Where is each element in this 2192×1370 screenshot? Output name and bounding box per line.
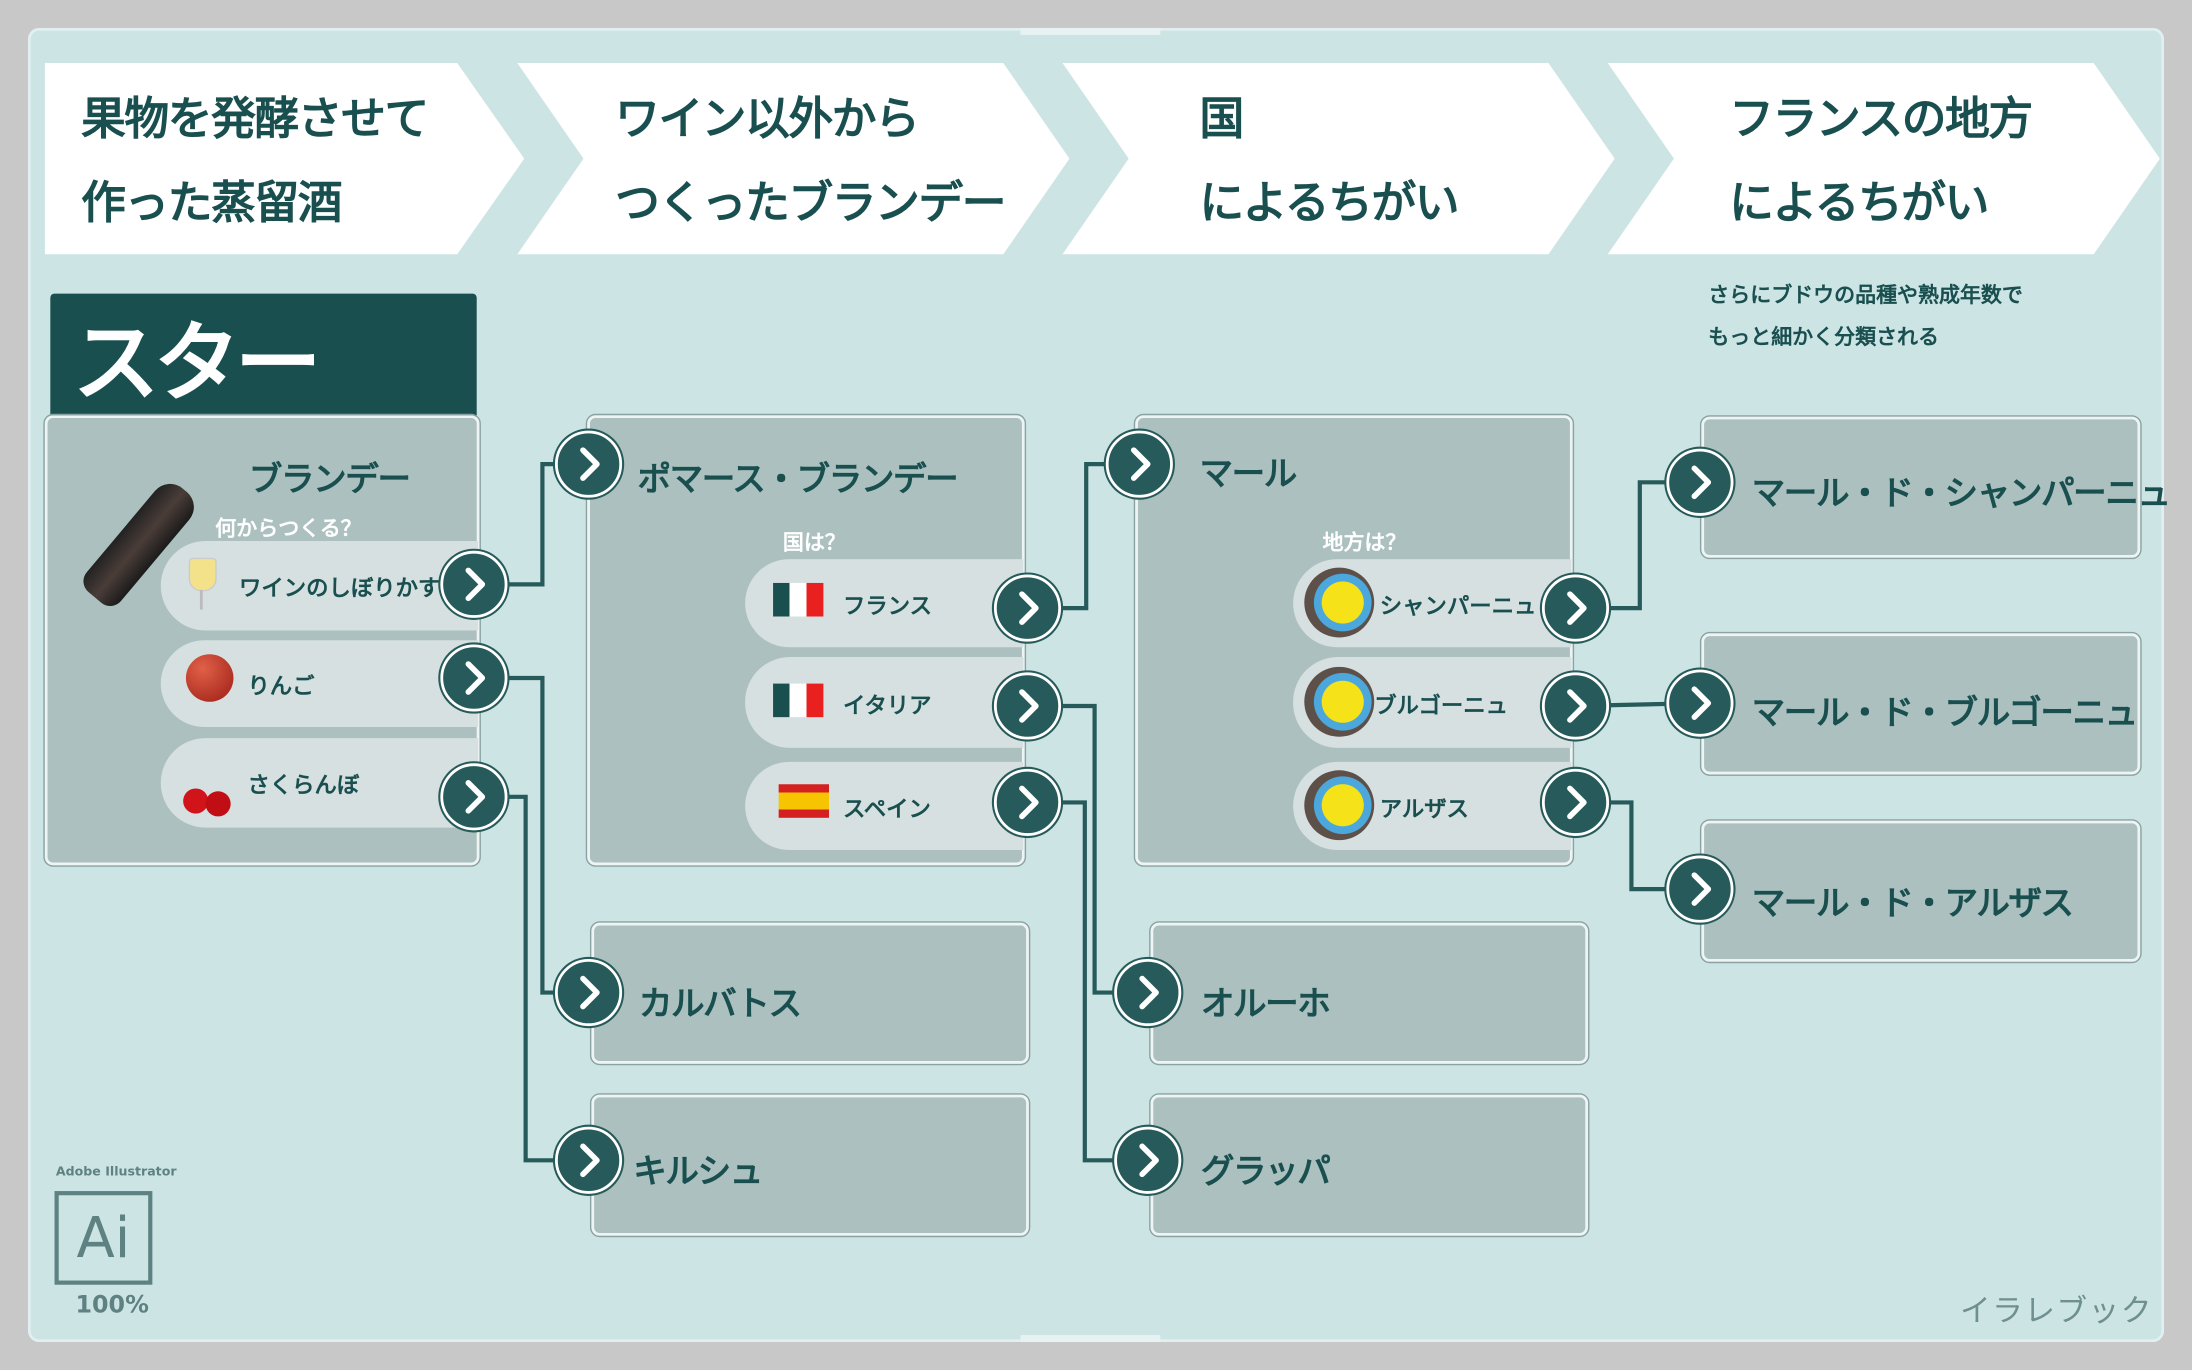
connector [1027,703,1148,995]
option-wine-pomace[interactable]: ワインのしぼりかす [160,541,479,631]
grappa-card: グラッパ [1149,1093,1590,1238]
pomace-question: 国は？ [782,529,846,555]
option-label: スペイン [842,794,931,822]
orujo-title: オルーホ [1200,984,1331,1024]
chevron-right-icon [580,975,600,1010]
chevron-right-button[interactable] [1541,574,1610,642]
zoom-level: 100% [75,1291,149,1320]
option-bourgogne[interactable]: ブルゴーニュ [1293,657,1572,748]
option-label: アルザス [1379,794,1469,822]
flag-icon [773,582,824,617]
option-champagne[interactable]: シャンパーニュ [1293,559,1572,648]
option-label: ワインのしぼりかす [239,574,441,602]
chevron-right-button[interactable] [1105,430,1173,498]
brandy-title: ブランデー [248,459,411,500]
chevron-right-button[interactable] [554,1126,623,1194]
chevron-right-button[interactable] [1666,669,1734,737]
calvados-title: カルバトス [638,984,802,1024]
calvados-card: カルバトス [589,921,1031,1066]
cherry-icon-2 [205,791,231,817]
option-label: イタリア [842,691,932,718]
chevron-right-button[interactable] [554,959,623,1027]
champagne-card: マール・ド・シャンパーニュ [1699,415,2171,560]
chevron-right-button[interactable] [993,574,1062,642]
chevron-right-button[interactable] [1541,672,1610,740]
badge-label: Adobe Illustrator [55,1165,177,1180]
grappa-title: グラッパ [1200,1151,1331,1192]
chevron-right-icon [1139,1143,1159,1178]
chevron-right-icon [1019,591,1039,625]
chevron-right-button[interactable] [1114,959,1182,1027]
bourgogne-card: マール・ド・ブルゴーニュ [1699,631,2142,776]
chevron-right-icon [1691,465,1712,500]
option-label: りんご [247,672,315,699]
chevron-right-button[interactable] [1114,1126,1182,1194]
wine-glass-stem [199,589,203,610]
illustrator-logo: Ai [54,1191,153,1285]
chevron-right-icon [580,1143,600,1178]
alsace-title: マール・ド・アルザス [1751,883,2074,923]
option-italy[interactable]: イタリア [745,657,1024,748]
chevron-right-icon [1019,689,1039,723]
chevron-right-button[interactable] [1666,448,1734,516]
pomace-title: ポマース・ブランデー [637,459,958,500]
chevron-right-button[interactable] [440,763,508,831]
cherry-icon [183,788,209,814]
chevron-right-button[interactable] [440,644,508,712]
chevron-right-icon [1567,785,1587,820]
option-apple[interactable]: りんご [160,640,479,727]
option-france[interactable]: フランス [745,559,1024,648]
chevron-right-icon [1130,447,1151,481]
kirsch-title: キルシュ [633,1151,763,1192]
chevron-right-button[interactable] [1541,768,1610,836]
option-label: さくらんぼ [247,771,360,799]
option-alsace[interactable]: アルザス [1293,761,1572,850]
chevron-right-icon [1019,785,1039,820]
chevron-right-icon [1567,591,1587,625]
france-map-icon [1304,567,1375,638]
chevron-right-icon [465,567,486,602]
chevron-right-button[interactable] [554,430,623,498]
connector [473,675,589,995]
orujo-card: オルーホ [1149,921,1590,1066]
kirsch-card: キルシュ [589,1093,1031,1238]
chevron-right-button[interactable] [993,672,1062,740]
wine-glass-icon [188,557,217,592]
watermark: イラレブック [1959,1294,2153,1330]
option-label: ブルゴーニュ [1374,691,1508,718]
chevron-right-icon [465,661,486,695]
flag-icon [773,683,824,718]
chevron-right-icon [1139,975,1159,1010]
option-label: フランス [842,592,933,619]
chevron-right-button[interactable] [440,550,508,618]
chevron-right-icon [1567,689,1587,723]
bourgogne-title: マール・ド・ブルゴーニュ [1751,693,2139,733]
marc-question: 地方は？ [1322,529,1407,555]
france-map-icon [1304,770,1375,841]
option-cherry[interactable]: さくらんぼ [160,738,479,828]
brandy-question: 何からつくる？ [215,515,362,542]
marc-title: マール [1199,454,1297,494]
chevron-right-button[interactable] [1666,855,1734,923]
flag-icon [778,784,829,818]
chevron-right-button[interactable] [993,768,1062,836]
option-spain[interactable]: スペイン [745,761,1024,850]
chevron-right-icon [580,447,600,481]
champagne-title: マール・ド・シャンパーニュ [1751,473,2171,514]
chevron-right-icon [465,780,486,814]
chevron-right-icon [1691,872,1712,906]
france-map-icon [1304,666,1375,737]
alsace-card: マール・ド・アルザス [1699,819,2142,964]
chevron-right-icon [1691,686,1712,720]
option-label: シャンパーニュ [1379,592,1537,619]
apple-icon [185,654,234,702]
